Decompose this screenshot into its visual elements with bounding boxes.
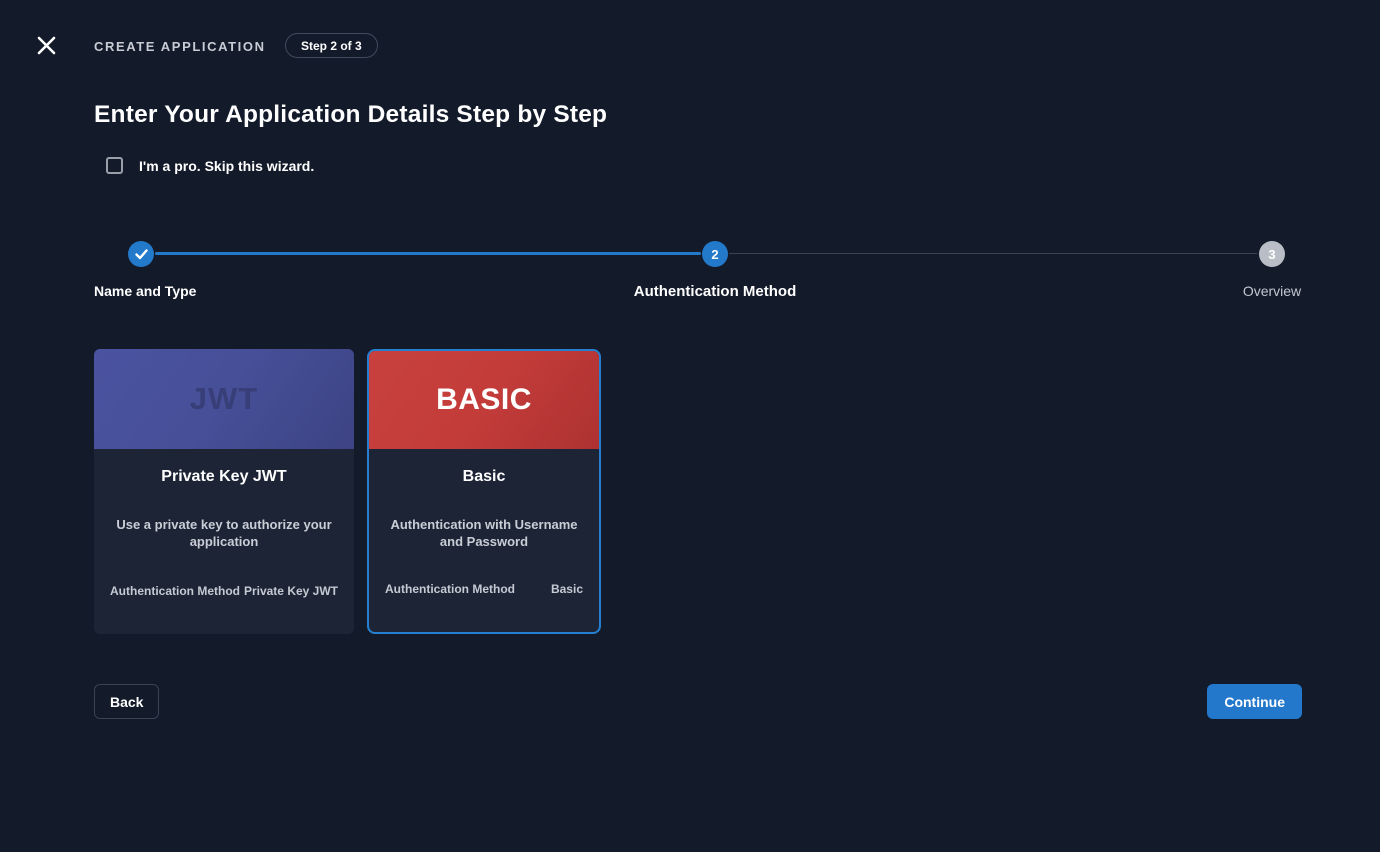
jwt-card-banner: JWT [94,349,354,449]
basic-card-description: Authentication with Username and Passwor… [386,516,582,550]
jwt-banner-text: JWT [190,381,258,417]
skip-wizard-checkbox[interactable] [106,157,123,174]
basic-card-banner: BASIC [369,351,599,449]
jwt-meta-label: Authentication Method [110,584,240,598]
step-2-label: Authentication Method [634,283,796,300]
step-1-label: Name and Type [94,283,196,299]
continue-button[interactable]: Continue [1207,684,1302,719]
wizard-stepper: 2 3 [94,241,1302,267]
basic-card-title: Basic [369,468,599,486]
skip-wizard-label: I'm a pro. Skip this wizard. [139,158,314,174]
check-icon [135,249,148,260]
basic-meta-value: Basic [551,582,583,596]
back-button[interactable]: Back [94,684,159,719]
skip-wizard-checkbox-row[interactable]: I'm a pro. Skip this wizard. [106,157,314,174]
step-1-indicator [128,241,154,267]
jwt-card-meta: Authentication Method Private Key JWT [94,584,354,598]
close-button[interactable] [32,31,60,59]
close-icon [36,35,57,56]
jwt-meta-value: Private Key JWT [244,584,338,598]
step-badge: Step 2 of 3 [285,33,378,58]
stepper-line-upcoming [729,253,1257,254]
card-basic-selected[interactable]: BASIC Basic Authentication with Username… [367,349,601,634]
create-application-wizard: CREATE APPLICATION Step 2 of 3 Enter You… [0,0,1380,852]
step-3-label: Overview [1243,283,1301,299]
page-title: CREATE APPLICATION [94,39,266,54]
jwt-card-description: Use a private key to authorize your appl… [114,516,335,550]
stepper-line-complete [155,252,701,255]
basic-meta-label: Authentication Method [385,582,515,596]
step-3-indicator: 3 [1259,241,1285,267]
basic-card-meta: Authentication Method Basic [369,582,599,596]
wizard-heading: Enter Your Application Details Step by S… [94,101,607,129]
card-private-key-jwt[interactable]: JWT Private Key JWT Use a private key to… [94,349,354,634]
jwt-card-title: Private Key JWT [94,468,354,486]
wizard-actions: Back Continue [94,684,1302,719]
basic-banner-text: BASIC [436,383,532,417]
step-2-indicator: 2 [702,241,728,267]
auth-method-cards: JWT Private Key JWT Use a private key to… [94,349,601,634]
stepper-labels: Name and Type Authentication Method Over… [94,283,1302,303]
